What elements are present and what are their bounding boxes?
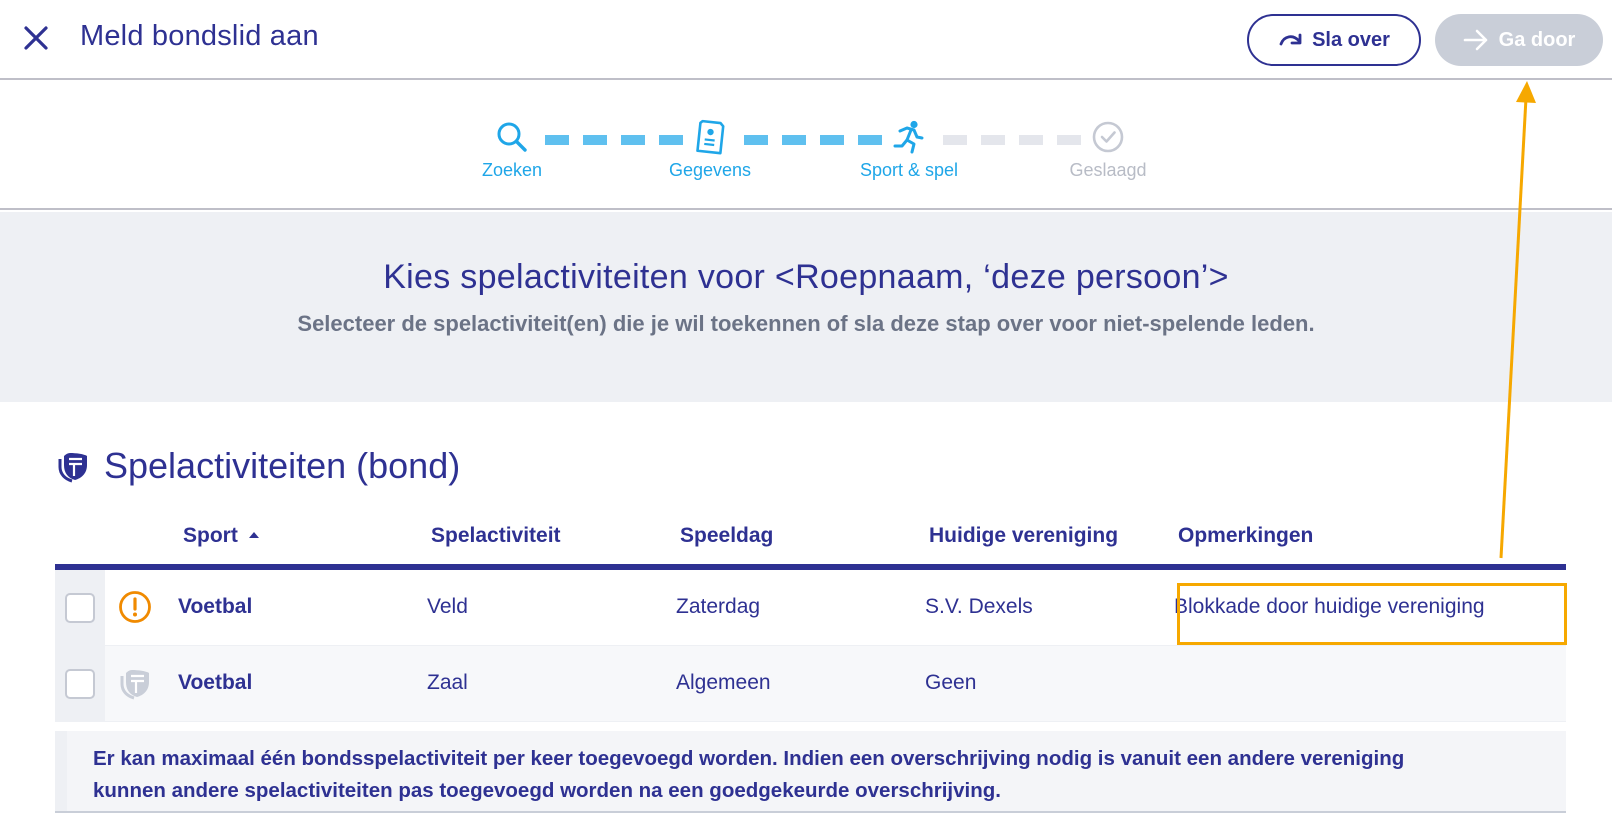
running-icon [893,120,924,154]
progress-stepper: Zoeken Gegevens Sport & spel Geslaagd [0,82,1612,210]
row-checkbox[interactable] [65,669,95,699]
step-gegevens[interactable]: Gegevens [630,118,790,181]
step-label: Gegevens [668,160,752,180]
skip-arrow-icon [1279,33,1302,46]
section-title-text: Spelactiviteiten (bond) [104,445,461,486]
skip-button-label: Sla over [1312,28,1390,51]
shield-icon [58,453,87,483]
column-header-spelactiviteit[interactable]: Spelactiviteit [431,524,561,548]
checkbox-cell [55,646,105,722]
info-note-line: Er kan maximaal één bondsspelactiviteit … [93,747,1405,770]
section-title: Spelactiviteiten (bond) [56,445,460,487]
cell-spelactiviteit: Zaal [427,671,468,694]
column-header-sport[interactable]: Sport [183,524,260,548]
close-icon [24,26,48,50]
checkbox-cell [55,570,105,646]
step-label: Sport & spel [859,160,959,180]
step-label: Zoeken [481,160,543,180]
cell-sport: Voetbal [178,595,253,618]
cell-spelactiviteit: Veld [427,595,468,618]
step-sport-spel[interactable]: Sport & spel [829,118,989,181]
column-header-speeldag[interactable]: Speeldag [680,524,773,548]
info-note-text: Er kan maximaal één bondsspelactiviteit … [67,731,1566,811]
next-button[interactable]: Ga door [1435,14,1603,66]
column-header-vereniging[interactable]: Huidige vereniging [929,524,1118,548]
shield-icon [120,670,149,700]
step-label: Geslaagd [1069,160,1147,180]
cell-speeldag: Algemeen [676,671,771,694]
intro-heading: Kies spelactiviteiten voor <Roepnaam, ‘d… [383,258,1229,296]
next-button-label: Ga door [1498,28,1576,51]
check-circle-icon [1092,121,1124,153]
close-button[interactable] [18,20,54,56]
cell-sport: Voetbal [178,671,253,694]
table-row[interactable]: Voetbal Zaal Algemeen Geen [55,646,1566,722]
document-icon [696,119,725,155]
intro-panel: Kies spelactiviteiten voor <Roepnaam, ‘d… [0,212,1612,402]
intro-subheading: Selecteer de spelactiviteit(en) die je w… [297,311,1315,336]
cell-vereniging: S.V. Dexels [925,595,1033,618]
cell-speeldag: Zaterdag [676,595,761,618]
annotation-highlight-box [1177,583,1567,645]
top-bar: Meld bondslid aan Sla over Ga door [0,0,1612,80]
info-note: Er kan maximaal één bondsspelactiviteit … [55,731,1566,813]
row-checkbox[interactable] [65,593,95,623]
sort-ascending-icon [248,532,259,538]
cell-vereniging: Geen [925,671,977,694]
warning-icon [119,591,151,623]
arrow-right-icon [1463,29,1487,51]
step-geslaagd: Geslaagd [1028,118,1188,181]
info-note-line: kunnen andere spelactiviteiten pas toege… [93,779,1001,802]
column-header-opmerkingen[interactable]: Opmerkingen [1178,524,1313,548]
search-icon [497,122,527,152]
step-zoeken[interactable]: Zoeken [432,118,592,181]
skip-button[interactable]: Sla over [1247,14,1421,66]
table-header: Sport Spelactiviteit Speeldag Huidige ve… [55,508,1566,570]
page-title: Meld bondslid aan [80,20,319,52]
